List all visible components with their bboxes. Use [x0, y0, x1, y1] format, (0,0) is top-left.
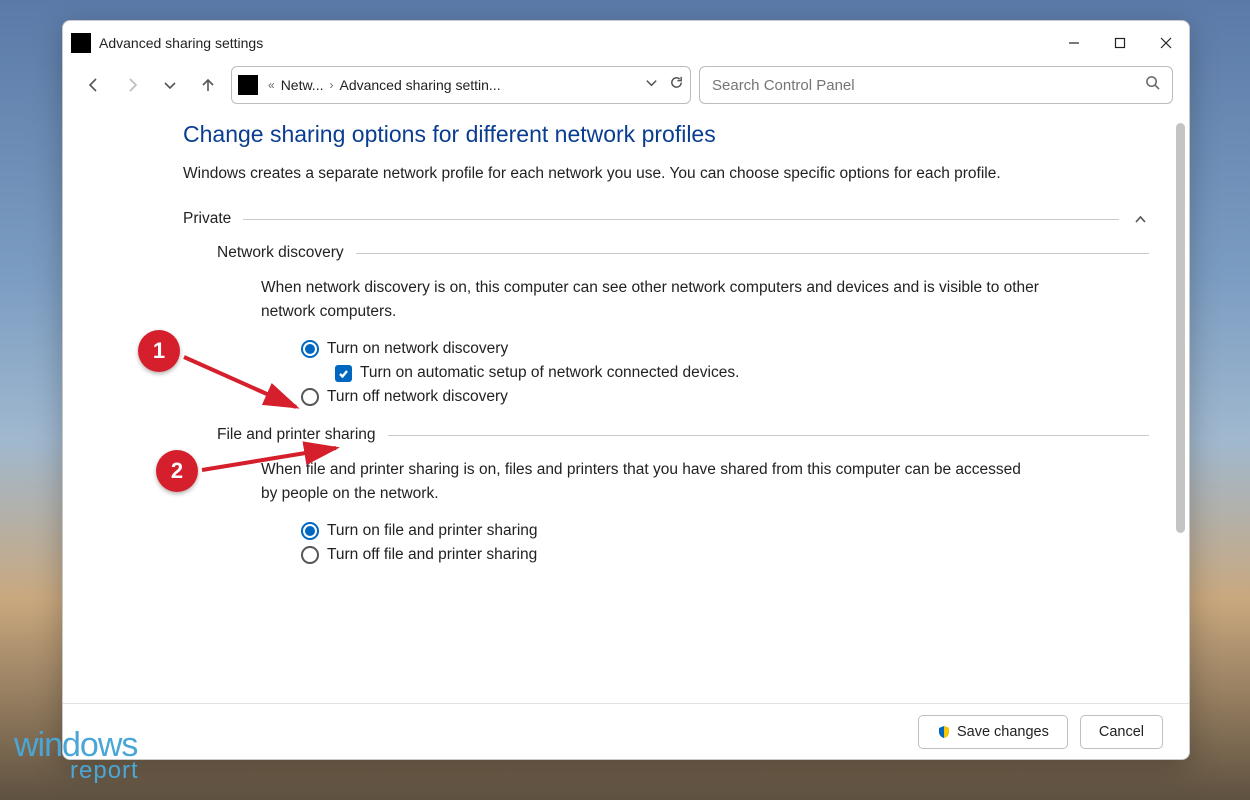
subsection-file-sharing: File and printer sharing: [217, 426, 1149, 444]
scrollbar[interactable]: [1176, 123, 1185, 533]
network-discovery-label: Network discovery: [217, 244, 344, 262]
radio-label: Turn on file and printer sharing: [327, 522, 538, 540]
page-heading: Change sharing options for different net…: [183, 121, 1149, 148]
breadcrumb-seg2[interactable]: Advanced sharing settin...: [339, 77, 500, 93]
recent-dropdown[interactable]: [155, 70, 185, 100]
minimize-button[interactable]: [1051, 21, 1097, 65]
file-sharing-desc: When file and printer sharing is on, fil…: [261, 458, 1041, 506]
back-button[interactable]: [79, 70, 109, 100]
shield-icon: [937, 725, 951, 739]
checkbox-auto-setup[interactable]: Turn on automatic setup of network conne…: [335, 364, 1149, 382]
radio-file-sharing-off[interactable]: Turn off file and printer sharing: [301, 546, 1149, 564]
page-description: Windows creates a separate network profi…: [183, 162, 1043, 186]
refresh-button[interactable]: [669, 75, 684, 95]
radio-discovery-off[interactable]: Turn off network discovery: [301, 388, 1149, 406]
subsection-network-discovery: Network discovery: [217, 244, 1149, 262]
cancel-label: Cancel: [1099, 724, 1144, 740]
radio-label: Turn off file and printer sharing: [327, 546, 537, 564]
nav-row: « Netw... › Advanced sharing settin...: [63, 65, 1189, 115]
search-input[interactable]: [712, 77, 1145, 94]
radio-label: Turn off network discovery: [327, 388, 508, 406]
up-button[interactable]: [193, 70, 223, 100]
checkbox-label: Turn on automatic setup of network conne…: [360, 364, 739, 382]
chevron-right-icon: ›: [327, 78, 335, 92]
radio-icon: [301, 340, 319, 358]
radio-icon: [301, 546, 319, 564]
search-icon[interactable]: [1145, 75, 1160, 95]
radio-discovery-on[interactable]: Turn on network discovery: [301, 340, 1149, 358]
maximize-button[interactable]: [1097, 21, 1143, 65]
section-private-header[interactable]: Private: [183, 210, 1149, 228]
chevron-up-icon: [1131, 213, 1149, 226]
address-dropdown[interactable]: [644, 75, 659, 95]
titlebar: Advanced sharing settings: [63, 21, 1189, 65]
save-changes-button[interactable]: Save changes: [918, 715, 1068, 749]
checkbox-icon: [335, 365, 352, 382]
radio-icon: [301, 522, 319, 540]
forward-button[interactable]: [117, 70, 147, 100]
window-title: Advanced sharing settings: [99, 35, 263, 51]
chevron-left-icon: «: [266, 78, 277, 92]
radio-label: Turn on network discovery: [327, 340, 508, 358]
control-panel-window: Advanced sharing settings « Netw... › Ad…: [62, 20, 1190, 760]
section-private-label: Private: [183, 210, 231, 228]
close-button[interactable]: [1143, 21, 1189, 65]
network-discovery-desc: When network discovery is on, this compu…: [261, 276, 1041, 324]
address-icon: [238, 75, 258, 95]
app-icon: [71, 33, 91, 53]
content-area: Change sharing options for different net…: [63, 115, 1189, 703]
radio-icon: [301, 388, 319, 406]
file-sharing-label: File and printer sharing: [217, 426, 376, 444]
save-label: Save changes: [957, 724, 1049, 740]
search-box[interactable]: [699, 66, 1173, 104]
cancel-button[interactable]: Cancel: [1080, 715, 1163, 749]
footer: Save changes Cancel: [63, 703, 1189, 759]
address-bar[interactable]: « Netw... › Advanced sharing settin...: [231, 66, 691, 104]
breadcrumb-seg1[interactable]: Netw...: [281, 77, 324, 93]
radio-file-sharing-on[interactable]: Turn on file and printer sharing: [301, 522, 1149, 540]
